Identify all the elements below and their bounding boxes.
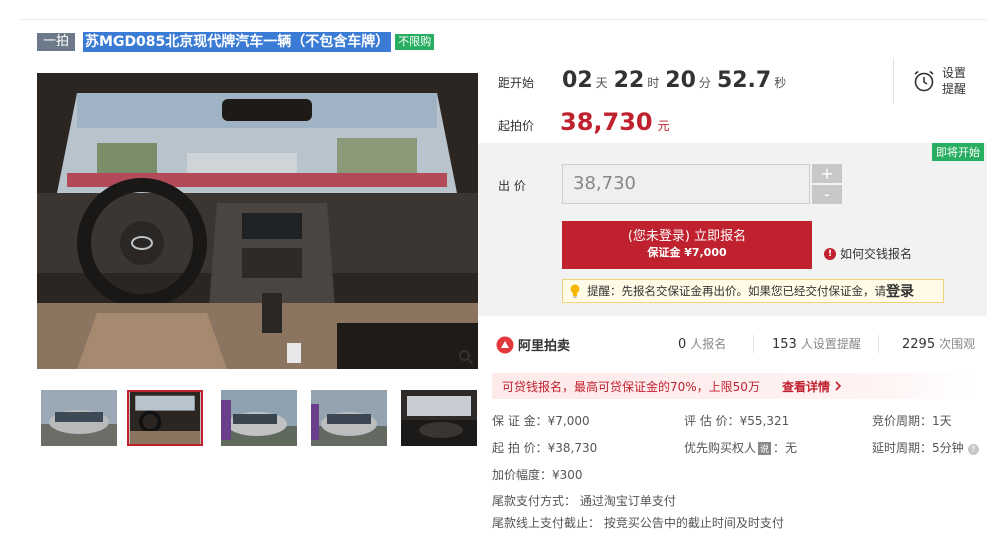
tip-text: 提醒：先报名交保证金再出价。如果您已经交付保证金，请 <box>587 284 886 298</box>
coming-soon-tag: 即将开始 <box>932 143 984 161</box>
unlimited-tag: 不限购 <box>395 34 435 50</box>
thumbnail-3[interactable] <box>221 390 297 446</box>
set-reminder-button[interactable]: 设置 提醒 <box>893 58 987 104</box>
countdown-minutes: 20 <box>665 68 696 93</box>
deposit-tip: 提醒：先报名交保证金再出价。如果您已经交付保证金，请 登录 <box>562 279 944 303</box>
thumbnail-strip <box>37 390 478 448</box>
appraisal-info: 评 估 价：¥55,321 <box>684 414 790 428</box>
bid-panel: 即将开始 出 价 38,730 + - (您未登录) 立即报名 保证金 ¥7,0… <box>478 143 987 316</box>
login-link[interactable]: 登录 <box>886 281 914 301</box>
chevron-right-icon <box>835 380 842 391</box>
thumbnail-4[interactable] <box>311 390 387 446</box>
start-price-value: 38,730 <box>560 108 653 136</box>
priority-buyer-label: 优先购买权人 <box>684 441 757 455</box>
countdown-hours: 22 <box>613 68 645 93</box>
thumbnail-5[interactable] <box>401 390 477 446</box>
reminder-count: 153 人设置提醒 <box>772 335 861 352</box>
auction-logo-icon <box>496 336 514 353</box>
delay-cycle-text: 延时周期：5分钟 <box>872 441 964 455</box>
start-price-row: 起拍价 38,730 元 <box>498 108 670 136</box>
how-to-register-label: 如何交钱报名 <box>840 247 913 261</box>
reminder-count-value: 153 <box>772 337 797 352</box>
register-button[interactable]: (您未登录) 立即报名 保证金 ¥7,000 <box>562 221 812 269</box>
zoom-icon[interactable] <box>458 349 474 365</box>
round-tag: 一拍 <box>37 33 76 51</box>
start-price-label: 起拍价 <box>498 119 535 133</box>
top-divider <box>20 19 987 20</box>
loan-promo-banner: 可贷钱报名，最高可贷保证金的70%，上限50万 查看详情 <box>492 373 972 399</box>
bid-increment-info: 加价幅度：¥300 <box>492 468 583 482</box>
stat-divider <box>878 335 879 353</box>
deposit-info: 保 证 金：¥7,000 <box>492 414 590 428</box>
bid-cycle-info: 竞价周期：1天 <box>872 414 952 428</box>
view-details-label: 查看详情 <box>781 379 830 394</box>
start-price-info: 起 拍 价：¥38,730 <box>492 441 598 455</box>
thumbnail-2-selected[interactable] <box>127 390 203 446</box>
view-count-unit: 次围观 <box>939 337 976 351</box>
register-button-label: (您未登录) 立即报名 <box>627 229 747 244</box>
alarm-clock-icon <box>914 70 934 92</box>
thumbnail-1[interactable] <box>41 390 117 446</box>
payment-deadline-info: 尾款线上支付截止： 按竞买公告中的截止时间及时支付 <box>492 516 784 530</box>
countdown-hours-unit: 时 <box>647 76 660 90</box>
decrease-bid-button[interactable]: - <box>812 185 842 204</box>
reminder-label-1: 设置 <box>942 66 967 80</box>
page-title: 苏MGD085北京现代牌汽车一辆（不包含车牌） <box>83 32 392 52</box>
auction-brand: 阿里拍卖 <box>496 335 570 354</box>
lightbulb-icon <box>570 284 580 298</box>
register-deposit-label: 保证金 ¥7,000 <box>647 246 727 259</box>
loan-promo-text: 可贷钱报名，最高可贷保证金的70%，上限50万 <box>502 379 760 394</box>
view-count-value: 2295 <box>902 337 936 352</box>
signup-count-unit: 人报名 <box>690 337 727 351</box>
countdown-seconds: 52.7 <box>716 68 772 93</box>
view-count: 2295 次围观 <box>902 335 975 352</box>
title-row: 一拍 苏MGD085北京现代牌汽车一辆（不包含车牌） 不限购 <box>37 32 435 52</box>
countdown-days-unit: 天 <box>595 76 608 90</box>
reminder-label-2: 提醒 <box>942 82 967 96</box>
signup-count-value: 0 <box>678 337 687 352</box>
countdown: 距开始 02 天 22 时 20 分 52.7 秒 <box>498 68 792 93</box>
increase-bid-button[interactable]: + <box>812 164 842 183</box>
car-interior-image <box>37 73 478 369</box>
payment-method-info: 尾款支付方式： 通过淘宝订单支付 <box>492 494 676 508</box>
priority-badge: 说 <box>758 442 772 455</box>
countdown-minutes-unit: 分 <box>698 76 711 90</box>
priority-buyer-info: 优先购买权人说：无 <box>684 439 797 456</box>
countdown-seconds-unit: 秒 <box>774 76 787 90</box>
stat-divider <box>753 335 754 353</box>
signup-count: 0 人报名 <box>678 335 726 352</box>
countdown-label: 距开始 <box>498 76 535 90</box>
view-details-link[interactable]: 查看详情 <box>782 378 842 395</box>
brand-name: 阿里拍卖 <box>518 339 571 354</box>
reminder-count-unit: 人设置提醒 <box>800 337 861 351</box>
stats-row: 阿里拍卖 0 人报名 153 人设置提醒 2295 次围观 <box>478 327 987 361</box>
auction-summary: 距开始 02 天 22 时 20 分 52.7 秒 起拍价 38,730 元 设… <box>478 56 987 142</box>
question-icon[interactable]: ? <box>967 444 979 455</box>
info-icon: ! <box>824 247 836 260</box>
countdown-days: 02 <box>562 68 593 93</box>
main-photo[interactable] <box>37 73 478 369</box>
bid-label: 出 价 <box>498 179 526 193</box>
how-to-register-link[interactable]: ! 如何交钱报名 <box>824 245 912 262</box>
start-price-unit: 元 <box>657 119 670 133</box>
bid-stepper: + - <box>812 164 842 204</box>
priority-buyer-value: ：无 <box>773 441 798 455</box>
delay-cycle-info: 延时周期：5分钟? <box>872 439 979 456</box>
bid-amount-input[interactable]: 38,730 <box>562 164 810 204</box>
